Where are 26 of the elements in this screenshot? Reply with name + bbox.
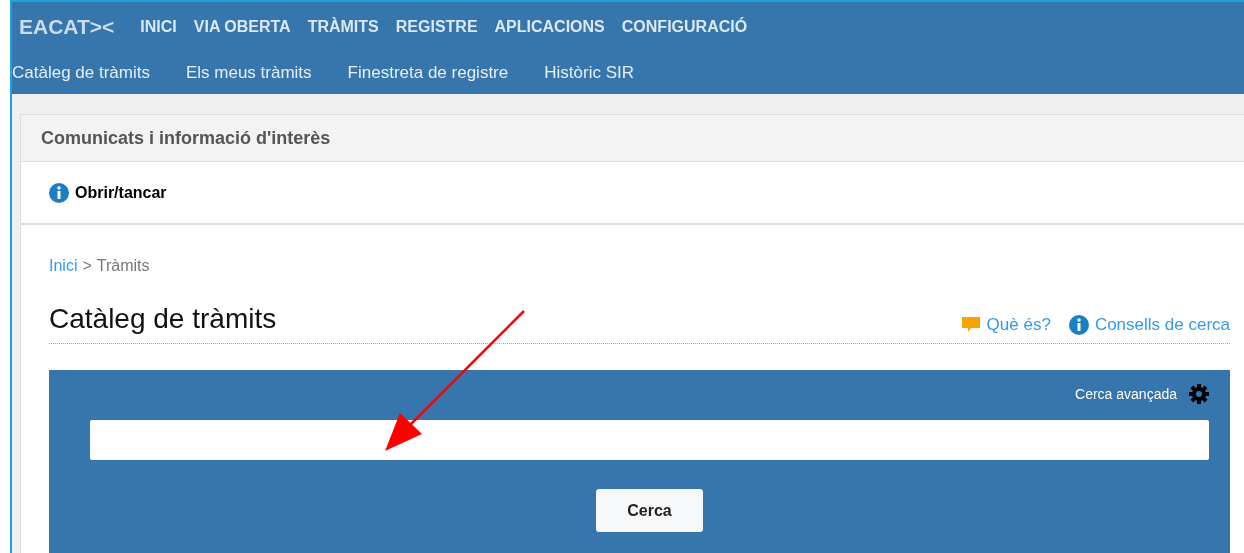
main-nav-link[interactable]: CONFIGURACIÓ (621, 18, 748, 36)
sub-nav-link[interactable]: Històric SIR (544, 63, 634, 83)
main-nav-link[interactable]: REGISTRE (395, 18, 478, 36)
info-icon (49, 182, 69, 203)
settings-icon[interactable] (1189, 384, 1209, 404)
help-link[interactable]: Què és? (960, 315, 1051, 335)
main-nav-link[interactable]: APLICACIONS (494, 18, 605, 36)
speech-bubble-icon (960, 316, 981, 334)
toggle-link[interactable]: Obrir/tancar (75, 183, 167, 202)
main-nav-link[interactable]: TRÀMITS (307, 18, 379, 36)
info-icon (1068, 315, 1089, 335)
main-nav-link[interactable]: VIA OBERTA (193, 18, 291, 36)
page-title: Catàleg de tràmits (49, 303, 277, 335)
search-input[interactable] (90, 420, 1209, 460)
advanced-search-link[interactable]: Cerca avançada (1075, 386, 1177, 402)
breadcrumb-link[interactable]: Inici (49, 257, 78, 275)
logo[interactable]: EACAT>< (19, 15, 115, 39)
breadcrumb-current: Tràmits (96, 257, 150, 275)
main-nav-link[interactable]: INICI (140, 18, 177, 36)
help-link[interactable]: Consells de cerca (1068, 315, 1230, 335)
search-button[interactable]: Cerca (596, 489, 703, 532)
breadcrumb-separator: > (82, 257, 92, 275)
sub-nav-link[interactable]: Finestreta de registre (347, 63, 509, 83)
sub-nav-link[interactable]: Els meus tràmits (185, 63, 312, 83)
sub-nav-link[interactable]: Catàleg de tràmits (12, 63, 150, 83)
panel-title: Comunicats i informació d'interès (41, 127, 331, 149)
